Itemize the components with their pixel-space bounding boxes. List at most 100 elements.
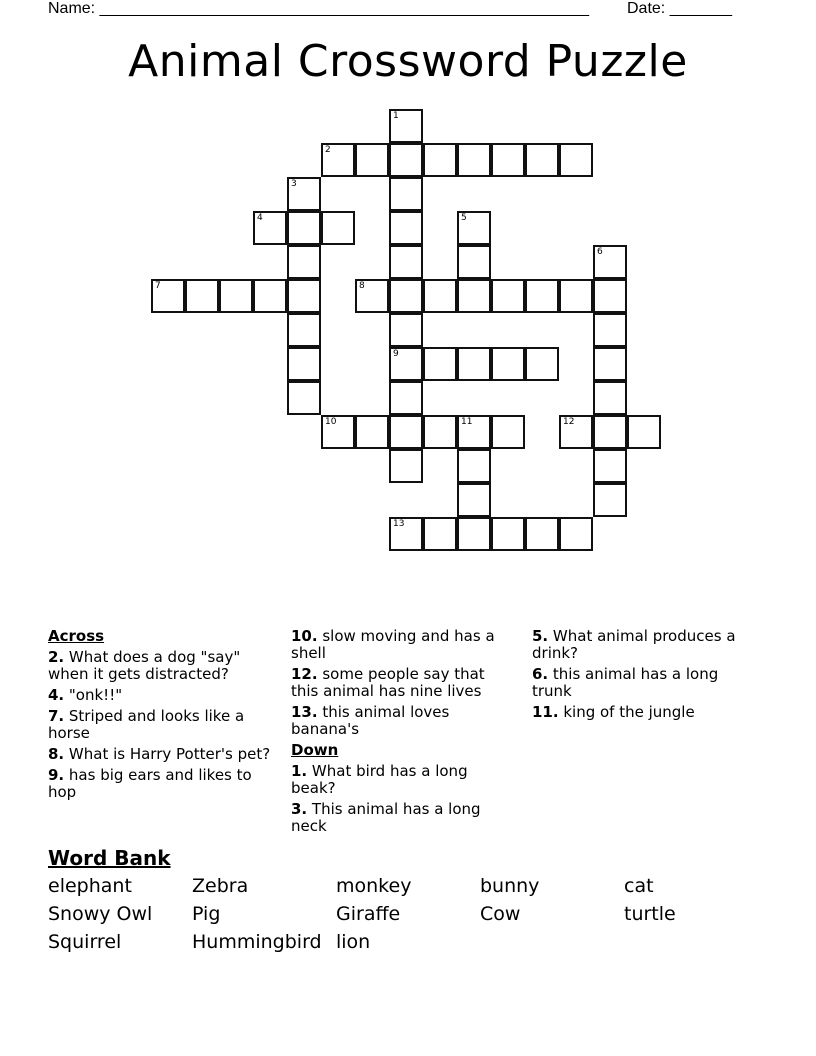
clue-text: king of the jungle [558,703,695,721]
crossword-cell[interactable]: 1 [389,109,423,143]
crossword-cell[interactable] [423,347,457,381]
clue-text: What animal produces a drink? [532,627,736,662]
crossword-cell[interactable] [627,415,661,449]
crossword-cell[interactable]: 6 [593,245,627,279]
clue-text: What is Harry Potter's pet? [64,745,271,763]
crossword-cell[interactable] [525,279,559,313]
crossword-cell[interactable] [491,415,525,449]
crossword-cell[interactable] [287,347,321,381]
word-bank-item: monkey [336,875,412,897]
crossword-cell[interactable]: 11 [457,415,491,449]
crossword-cell[interactable]: 12 [559,415,593,449]
crossword-cell[interactable] [593,483,627,517]
clue-down-11: 11. king of the jungle [532,704,742,721]
crossword-cell[interactable]: 2 [321,143,355,177]
crossword-cell[interactable] [389,449,423,483]
word-bank-item: elephant [48,875,132,897]
crossword-cell[interactable] [491,279,525,313]
clue-down-6: 6. this animal has a long trunk [532,666,742,700]
crossword-cell[interactable] [389,245,423,279]
clue-number-label: 8. [48,745,65,763]
crossword-cell[interactable] [457,245,491,279]
crossword-cell[interactable] [287,381,321,415]
clues-column-2: 10. slow moving and has a shell 12. some … [291,628,511,839]
crossword-cell[interactable] [457,517,491,551]
clue-text: "onk!!" [64,686,123,704]
clue-text: What bird has a long beak? [291,762,468,797]
crossword-cell[interactable] [593,313,627,347]
crossword-cell[interactable] [287,279,321,313]
crossword-cell[interactable] [423,517,457,551]
clue-number-label: 10. [291,627,318,645]
crossword-cell[interactable] [185,279,219,313]
crossword-cell[interactable] [423,279,457,313]
crossword-cell[interactable] [559,143,593,177]
crossword-cell[interactable] [457,143,491,177]
clue-text: this animal has a long trunk [532,665,719,700]
crossword-cell[interactable]: 9 [389,347,423,381]
crossword-cell[interactable] [321,211,355,245]
clue-number-label: 2. [48,648,65,666]
crossword-cell[interactable] [491,517,525,551]
crossword-cell[interactable]: 8 [355,279,389,313]
crossword-cell[interactable] [525,347,559,381]
word-bank-item: cat [624,875,654,897]
clue-down-5: 5. What animal produces a drink? [532,628,742,662]
crossword-cell[interactable] [593,415,627,449]
clue-number: 2 [325,145,331,155]
crossword-cell[interactable] [423,143,457,177]
crossword-cell[interactable]: 7 [151,279,185,313]
crossword-cell[interactable] [389,211,423,245]
crossword-cell[interactable] [287,245,321,279]
crossword-cell[interactable] [525,517,559,551]
crossword-cell[interactable] [389,381,423,415]
crossword-cell[interactable] [355,415,389,449]
word-bank-title: Word Bank [48,846,171,870]
crossword-cell[interactable] [389,143,423,177]
clue-number-label: 1. [291,762,308,780]
crossword-cell[interactable] [457,279,491,313]
crossword-cell[interactable]: 10 [321,415,355,449]
crossword-cell[interactable] [389,313,423,347]
crossword-cell[interactable] [287,211,321,245]
crossword-cell[interactable]: 3 [287,177,321,211]
crossword-cell[interactable] [593,449,627,483]
crossword-cell[interactable] [491,347,525,381]
crossword-cell[interactable] [355,143,389,177]
crossword-cell[interactable] [389,415,423,449]
crossword-cell[interactable] [593,381,627,415]
crossword-cell[interactable] [423,415,457,449]
crossword-cell[interactable] [491,143,525,177]
clue-number-label: 4. [48,686,65,704]
clue-text: This animal has a long neck [291,800,481,835]
clue-across-12: 12. some people say that this animal has… [291,666,511,700]
clues-column-3: 5. What animal produces a drink? 6. this … [532,628,742,725]
clue-number-label: 9. [48,766,65,784]
clue-number: 4 [257,213,263,223]
clue-across-10: 10. slow moving and has a shell [291,628,511,662]
crossword-cell[interactable] [389,279,423,313]
crossword-cell[interactable] [457,347,491,381]
crossword-cell[interactable] [593,279,627,313]
crossword-cell[interactable] [525,143,559,177]
clue-across-2: 2. What does a dog "say" when it gets di… [48,649,276,683]
clue-down-1: 1. What bird has a long beak? [291,763,511,797]
crossword-cell[interactable] [287,313,321,347]
crossword-cell[interactable] [457,483,491,517]
crossword-cell[interactable]: 5 [457,211,491,245]
word-bank-item: Cow [480,903,521,925]
down-heading: Down [291,741,339,759]
crossword-cell[interactable] [253,279,287,313]
clue-number-label: 3. [291,800,308,818]
clue-text: slow moving and has a shell [291,627,495,662]
crossword-cell[interactable] [593,347,627,381]
crossword-cell[interactable] [559,279,593,313]
crossword-cell[interactable] [219,279,253,313]
crossword-cell[interactable]: 13 [389,517,423,551]
clue-across-9: 9. has big ears and likes to hop [48,767,276,801]
word-bank-item: Snowy Owl [48,903,153,925]
crossword-cell[interactable]: 4 [253,211,287,245]
crossword-cell[interactable] [457,449,491,483]
crossword-cell[interactable] [559,517,593,551]
crossword-cell[interactable] [389,177,423,211]
